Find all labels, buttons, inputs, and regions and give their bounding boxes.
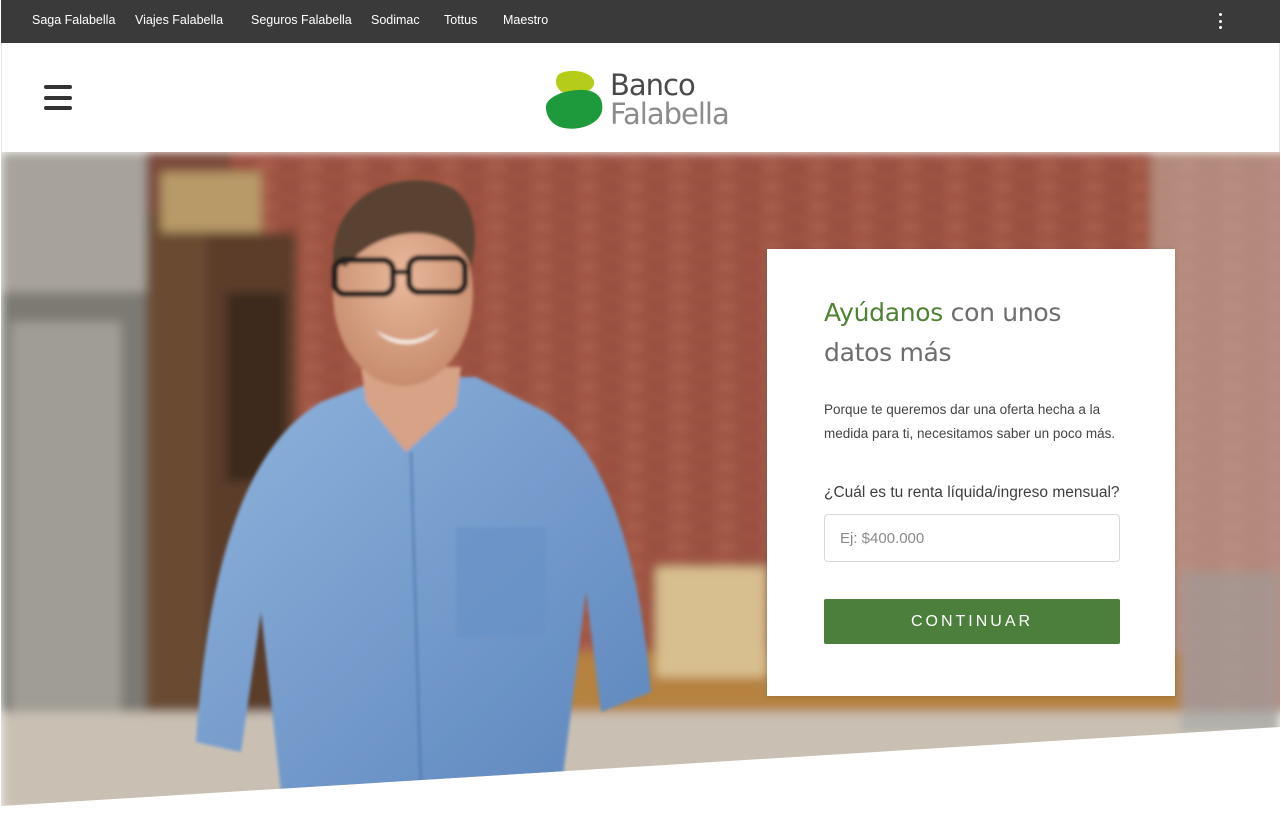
nav-link-tottus[interactable]: Tottus — [444, 13, 477, 27]
form-title-accent: Ayúdanos — [824, 298, 943, 327]
income-question-label: ¿Cuál es tu renta líquida/ingreso mensua… — [824, 484, 1120, 501]
form-title: Ayúdanos con unos datos más — [824, 293, 1124, 373]
nav-link-maestro[interactable]: Maestro — [503, 13, 548, 27]
form-description: Porque te queremos dar una oferta hecha … — [824, 402, 1116, 441]
site-header: Banco Falabella — [1, 43, 1280, 152]
income-input[interactable] — [824, 514, 1120, 562]
hamburger-menu-icon[interactable] — [44, 85, 72, 110]
banco-falabella-logo[interactable]: Banco Falabella — [544, 69, 744, 131]
logo-leaf-icon — [545, 70, 603, 129]
top-nav-bar: Saga Falabella Viajes Falabella Seguros … — [1, 0, 1280, 43]
nav-link-saga-falabella[interactable]: Saga Falabella — [32, 13, 115, 27]
nav-link-viajes-falabella[interactable]: Viajes Falabella — [135, 13, 223, 27]
income-form-card: Ayúdanos con unos datos más Porque te qu… — [767, 249, 1175, 696]
more-options-icon[interactable] — [1215, 13, 1225, 29]
logo-text-falabella: Falabella — [610, 97, 730, 131]
nav-link-seguros-falabella[interactable]: Seguros Falabella — [251, 13, 352, 27]
logo-text-banco: Banco — [610, 68, 696, 102]
nav-link-sodimac[interactable]: Sodimac — [371, 13, 420, 27]
continue-button[interactable]: CONTINUAR — [824, 599, 1120, 644]
